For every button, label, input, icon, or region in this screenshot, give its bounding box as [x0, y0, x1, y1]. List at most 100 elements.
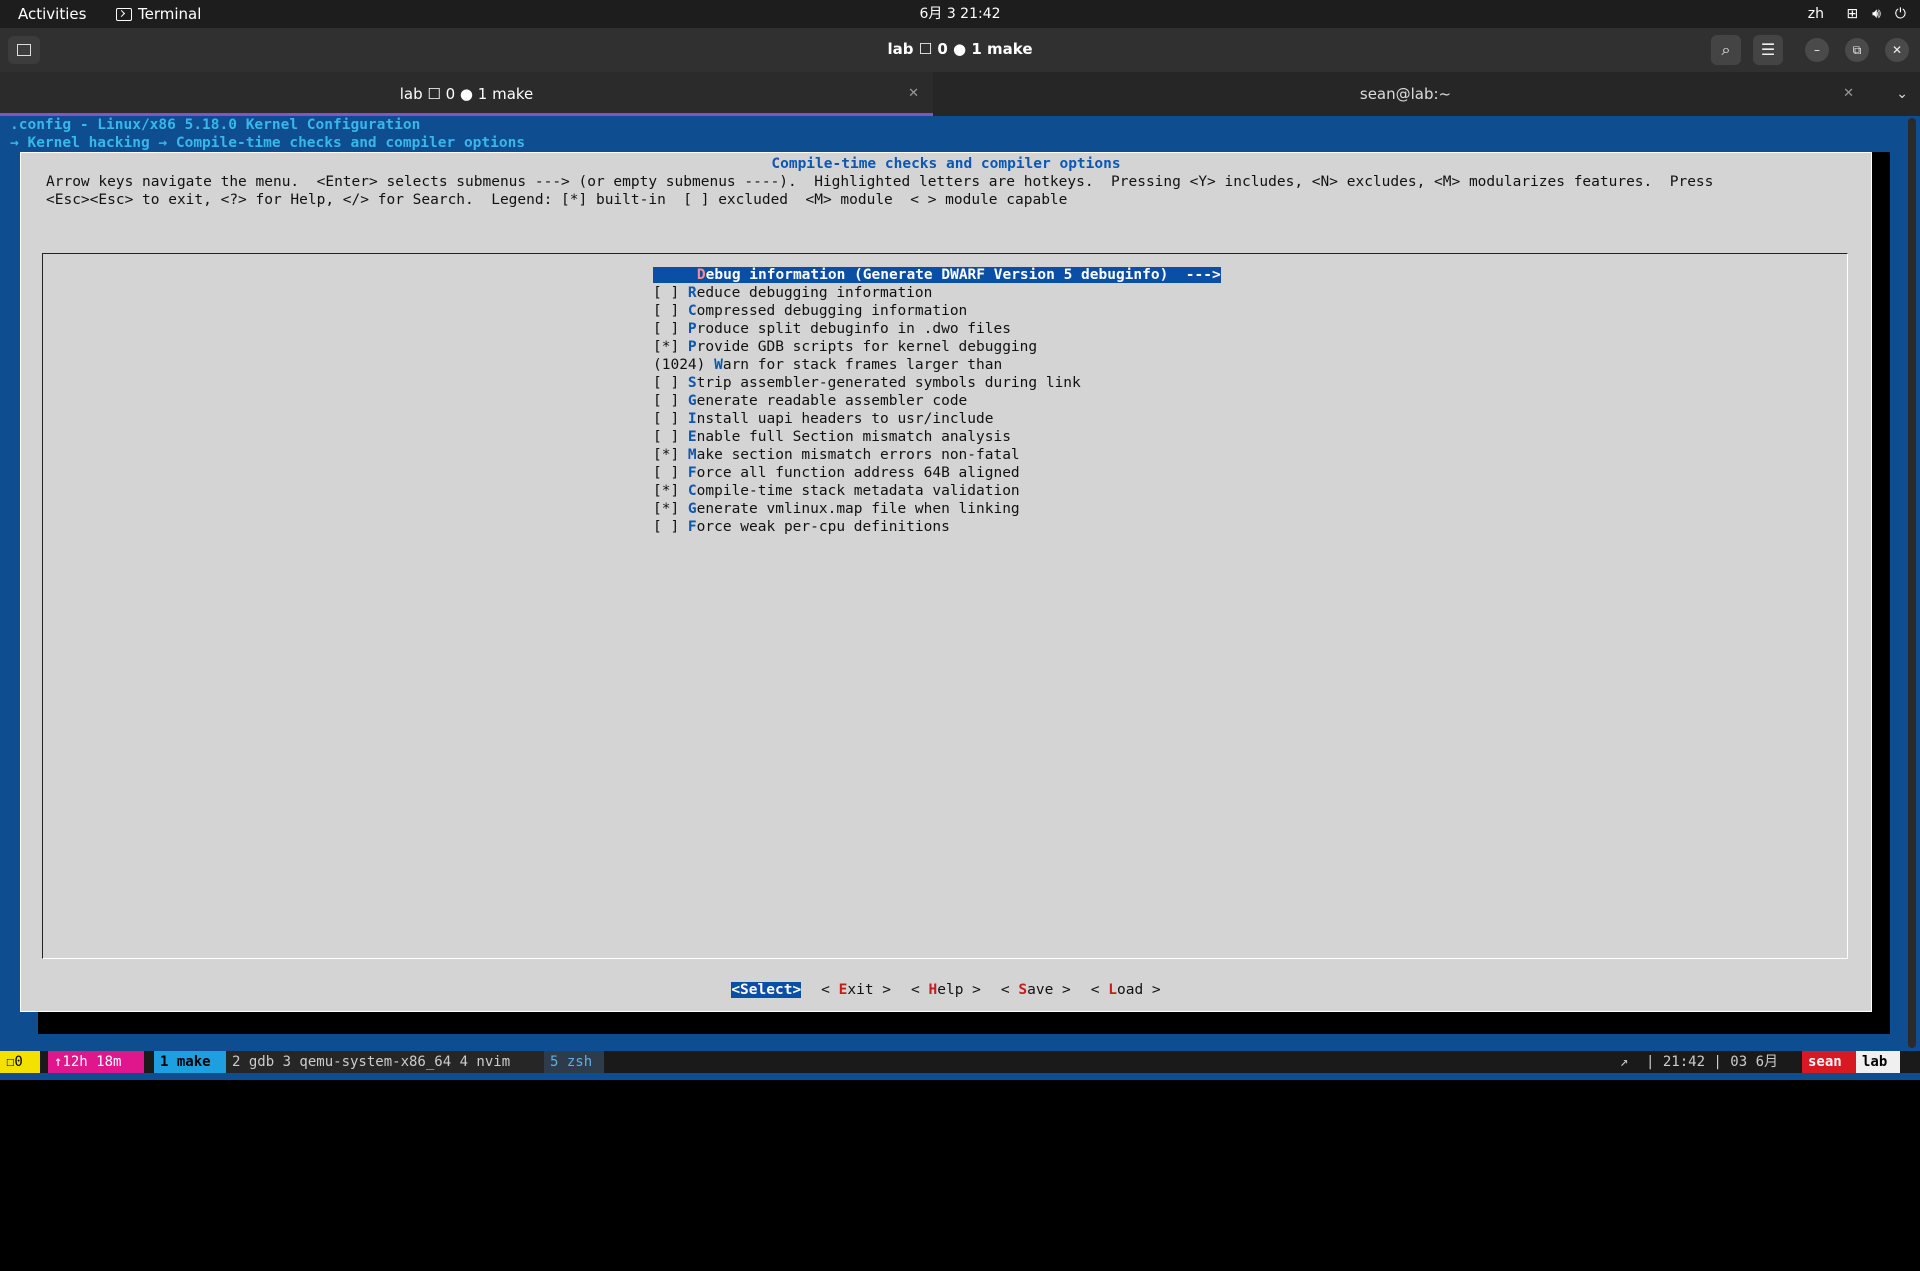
- menu-item-hotkey: M: [687, 447, 697, 463]
- close-window-button[interactable]: ✕: [1885, 38, 1909, 62]
- tab-label: sean@lab:~: [1359, 85, 1452, 103]
- menu-item-label: enerate vmlinux.map file when linking: [696, 501, 1020, 517]
- menu-item-hotkey: G: [687, 393, 697, 409]
- dialog-button-close: >: [873, 982, 892, 998]
- menu-item-label: educe debugging information: [696, 285, 933, 301]
- menu-item[interactable]: [ ] Reduce debugging information: [653, 284, 932, 302]
- menu-item[interactable]: Debug information (Generate DWARF Versio…: [653, 266, 1221, 284]
- menu-item-label: arn for stack frames larger than: [722, 357, 1003, 373]
- menu-item-prefix: [ ]: [653, 321, 688, 337]
- maximize-button[interactable]: ⧉: [1845, 38, 1869, 62]
- network-icon: ⊞: [1846, 6, 1859, 22]
- menu-item[interactable]: [ ] Strip assembler-generated symbols du…: [653, 374, 1081, 392]
- menu-item-prefix: [*]: [653, 483, 688, 499]
- dialog-button-close: >: [792, 982, 802, 998]
- menu-item[interactable]: (1024) Warn for stack frames larger than: [653, 356, 1002, 374]
- dialog-button-rest: elp: [937, 982, 964, 998]
- breadcrumb: → Kernel hacking → Compile-time checks a…: [10, 135, 526, 151]
- power-icon: ⏻: [1894, 6, 1906, 22]
- menu-item[interactable]: [*] Provide GDB scripts for kernel debug…: [653, 338, 1037, 356]
- menu-item-hotkey: F: [687, 465, 697, 481]
- dialog-button-rest: oad: [1117, 982, 1144, 998]
- dialog-button[interactable]: < Load >: [1091, 982, 1161, 998]
- system-tray[interactable]: ⊞ 🔊︎ ⏻: [1846, 0, 1906, 28]
- clock[interactable]: 6月 3 21:42: [0, 0, 1920, 28]
- menu-item-hotkey: R: [687, 285, 697, 301]
- tmux-arrow: ↗: [1620, 1054, 1629, 1070]
- menu-item-text: (1024) Warn for stack frames larger than: [653, 357, 1002, 373]
- menu-item-hotkey: I: [687, 411, 697, 427]
- tmux-host: lab: [1856, 1051, 1900, 1073]
- menu-item-text: [ ] Produce split debuginfo in .dwo file…: [653, 321, 1011, 337]
- dialog-button-hot: S: [740, 982, 749, 998]
- tmux-uptime: ↑12h 18m: [48, 1051, 144, 1073]
- terminal-icon: [116, 7, 132, 21]
- dialog-button-close: >: [1053, 982, 1071, 998]
- minimize-icon: –: [1814, 43, 1820, 57]
- dialog-button-rest: elect: [748, 982, 793, 998]
- tmux-window-active[interactable]: 1 make: [154, 1051, 226, 1073]
- menu-item[interactable]: [ ] Force all function address 64B align…: [653, 464, 1020, 482]
- menu-item-label: ompressed debugging information: [696, 303, 968, 319]
- input-method-indicator[interactable]: zh: [1808, 0, 1824, 28]
- menu-item-prefix: [ ]: [653, 285, 688, 301]
- tab-close-icon[interactable]: ✕: [908, 72, 919, 116]
- menu-item[interactable]: [*] Compile-time stack metadata validati…: [653, 482, 1020, 500]
- menu-item[interactable]: [*] Generate vmlinux.map file when linki…: [653, 500, 1020, 518]
- search-icon: ⌕: [1721, 40, 1731, 59]
- tmux-window-list[interactable]: 2 gdb 3 qemu-system-x86_64 4 nvim: [226, 1051, 544, 1073]
- help-text-line-2: <Esc><Esc> to exit, <?> for Help, </> fo…: [46, 192, 1068, 208]
- menu-item[interactable]: [*] Make section mismatch errors non-fat…: [653, 446, 1020, 464]
- tmux-status-bar: ☐0 ↑12h 18m 1 make 2 gdb 3 qemu-system-x…: [0, 1051, 1920, 1073]
- dialog-button[interactable]: < Exit >: [821, 982, 891, 998]
- terminal-viewport[interactable]: .config - Linux/x86 5.18.0 Kernel Config…: [0, 116, 1920, 1051]
- restore-icon: ⧉: [1852, 43, 1862, 57]
- menu-item-hotkey: D: [696, 267, 706, 283]
- search-button[interactable]: ⌕: [1711, 35, 1741, 65]
- menu-item-label: trip assembler-generated symbols during …: [696, 375, 1081, 391]
- dialog-button-open: <: [821, 982, 839, 998]
- activities-button[interactable]: Activities: [18, 0, 86, 28]
- menu-item-prefix: [ ]: [653, 303, 688, 319]
- menu-item-prefix: (1024): [653, 357, 715, 373]
- menu-item[interactable]: [ ] Install uapi headers to usr/include: [653, 410, 993, 428]
- tmux-window-zsh[interactable]: 5 zsh: [544, 1051, 604, 1073]
- tab-lab-make[interactable]: lab ☐ 0 ● 1 make ✕: [0, 72, 933, 116]
- app-menu-terminal[interactable]: Terminal: [116, 0, 201, 28]
- menu-item[interactable]: [ ] Produce split debuginfo in .dwo file…: [653, 320, 1011, 338]
- new-tab-button[interactable]: [8, 36, 40, 64]
- menu-item[interactable]: [ ] Force weak per-cpu definitions: [653, 518, 950, 536]
- dialog-button[interactable]: < Save >: [1001, 982, 1071, 998]
- menuconfig-dialog: Compile-time checks and compiler options…: [20, 152, 1872, 1012]
- dialog-button[interactable]: < Help >: [911, 982, 981, 998]
- menu-item-hotkey: S: [687, 375, 697, 391]
- bottom-strip: [0, 1073, 1920, 1080]
- menu-item-hotkey: C: [687, 303, 697, 319]
- dialog-button-row: <Select> < Exit > < Help > < Save > < Load >: [21, 982, 1871, 998]
- tabs-dropdown-chevron-down-icon[interactable]: ⌄: [1896, 72, 1908, 116]
- menu-item-text: [*] Compile-time stack metadata validati…: [653, 483, 1020, 499]
- menu-item-hotkey: G: [687, 501, 697, 517]
- dialog-button-open: <: [1000, 982, 1019, 998]
- app-name-label: Terminal: [138, 5, 202, 23]
- dialog-button[interactable]: <Select>: [731, 982, 802, 998]
- tmux-user: sean: [1802, 1051, 1856, 1073]
- menu-item-hotkey: F: [687, 519, 697, 535]
- menu-item-hotkey: P: [687, 339, 697, 355]
- dialog-button-rest: ave: [1027, 982, 1054, 998]
- menu-item-hotkey: E: [687, 429, 697, 445]
- menu-item-label: enerate readable assembler code: [696, 393, 968, 409]
- menu-item-label: ake section mismatch errors non-fatal: [696, 447, 1020, 463]
- minimize-button[interactable]: –: [1805, 38, 1829, 62]
- menu-item-text: [ ] Strip assembler-generated symbols du…: [653, 375, 1081, 391]
- tab-close-icon[interactable]: ✕: [1843, 72, 1854, 116]
- menu-item[interactable]: [ ] Generate readable assembler code: [653, 392, 967, 410]
- dialog-button-rest: xit: [847, 982, 874, 998]
- menu-button[interactable]: ☰: [1753, 35, 1783, 65]
- terminal-scrollbar[interactable]: [1908, 118, 1916, 1048]
- cursor-block: [653, 267, 662, 283]
- menu-item[interactable]: [ ] Compressed debugging information: [653, 302, 967, 320]
- menu-item[interactable]: [ ] Enable full Section mismatch analysi…: [653, 428, 1011, 446]
- tab-sean-lab[interactable]: sean@lab:~ ✕: [933, 72, 1878, 116]
- dialog-button-close: >: [1143, 982, 1161, 998]
